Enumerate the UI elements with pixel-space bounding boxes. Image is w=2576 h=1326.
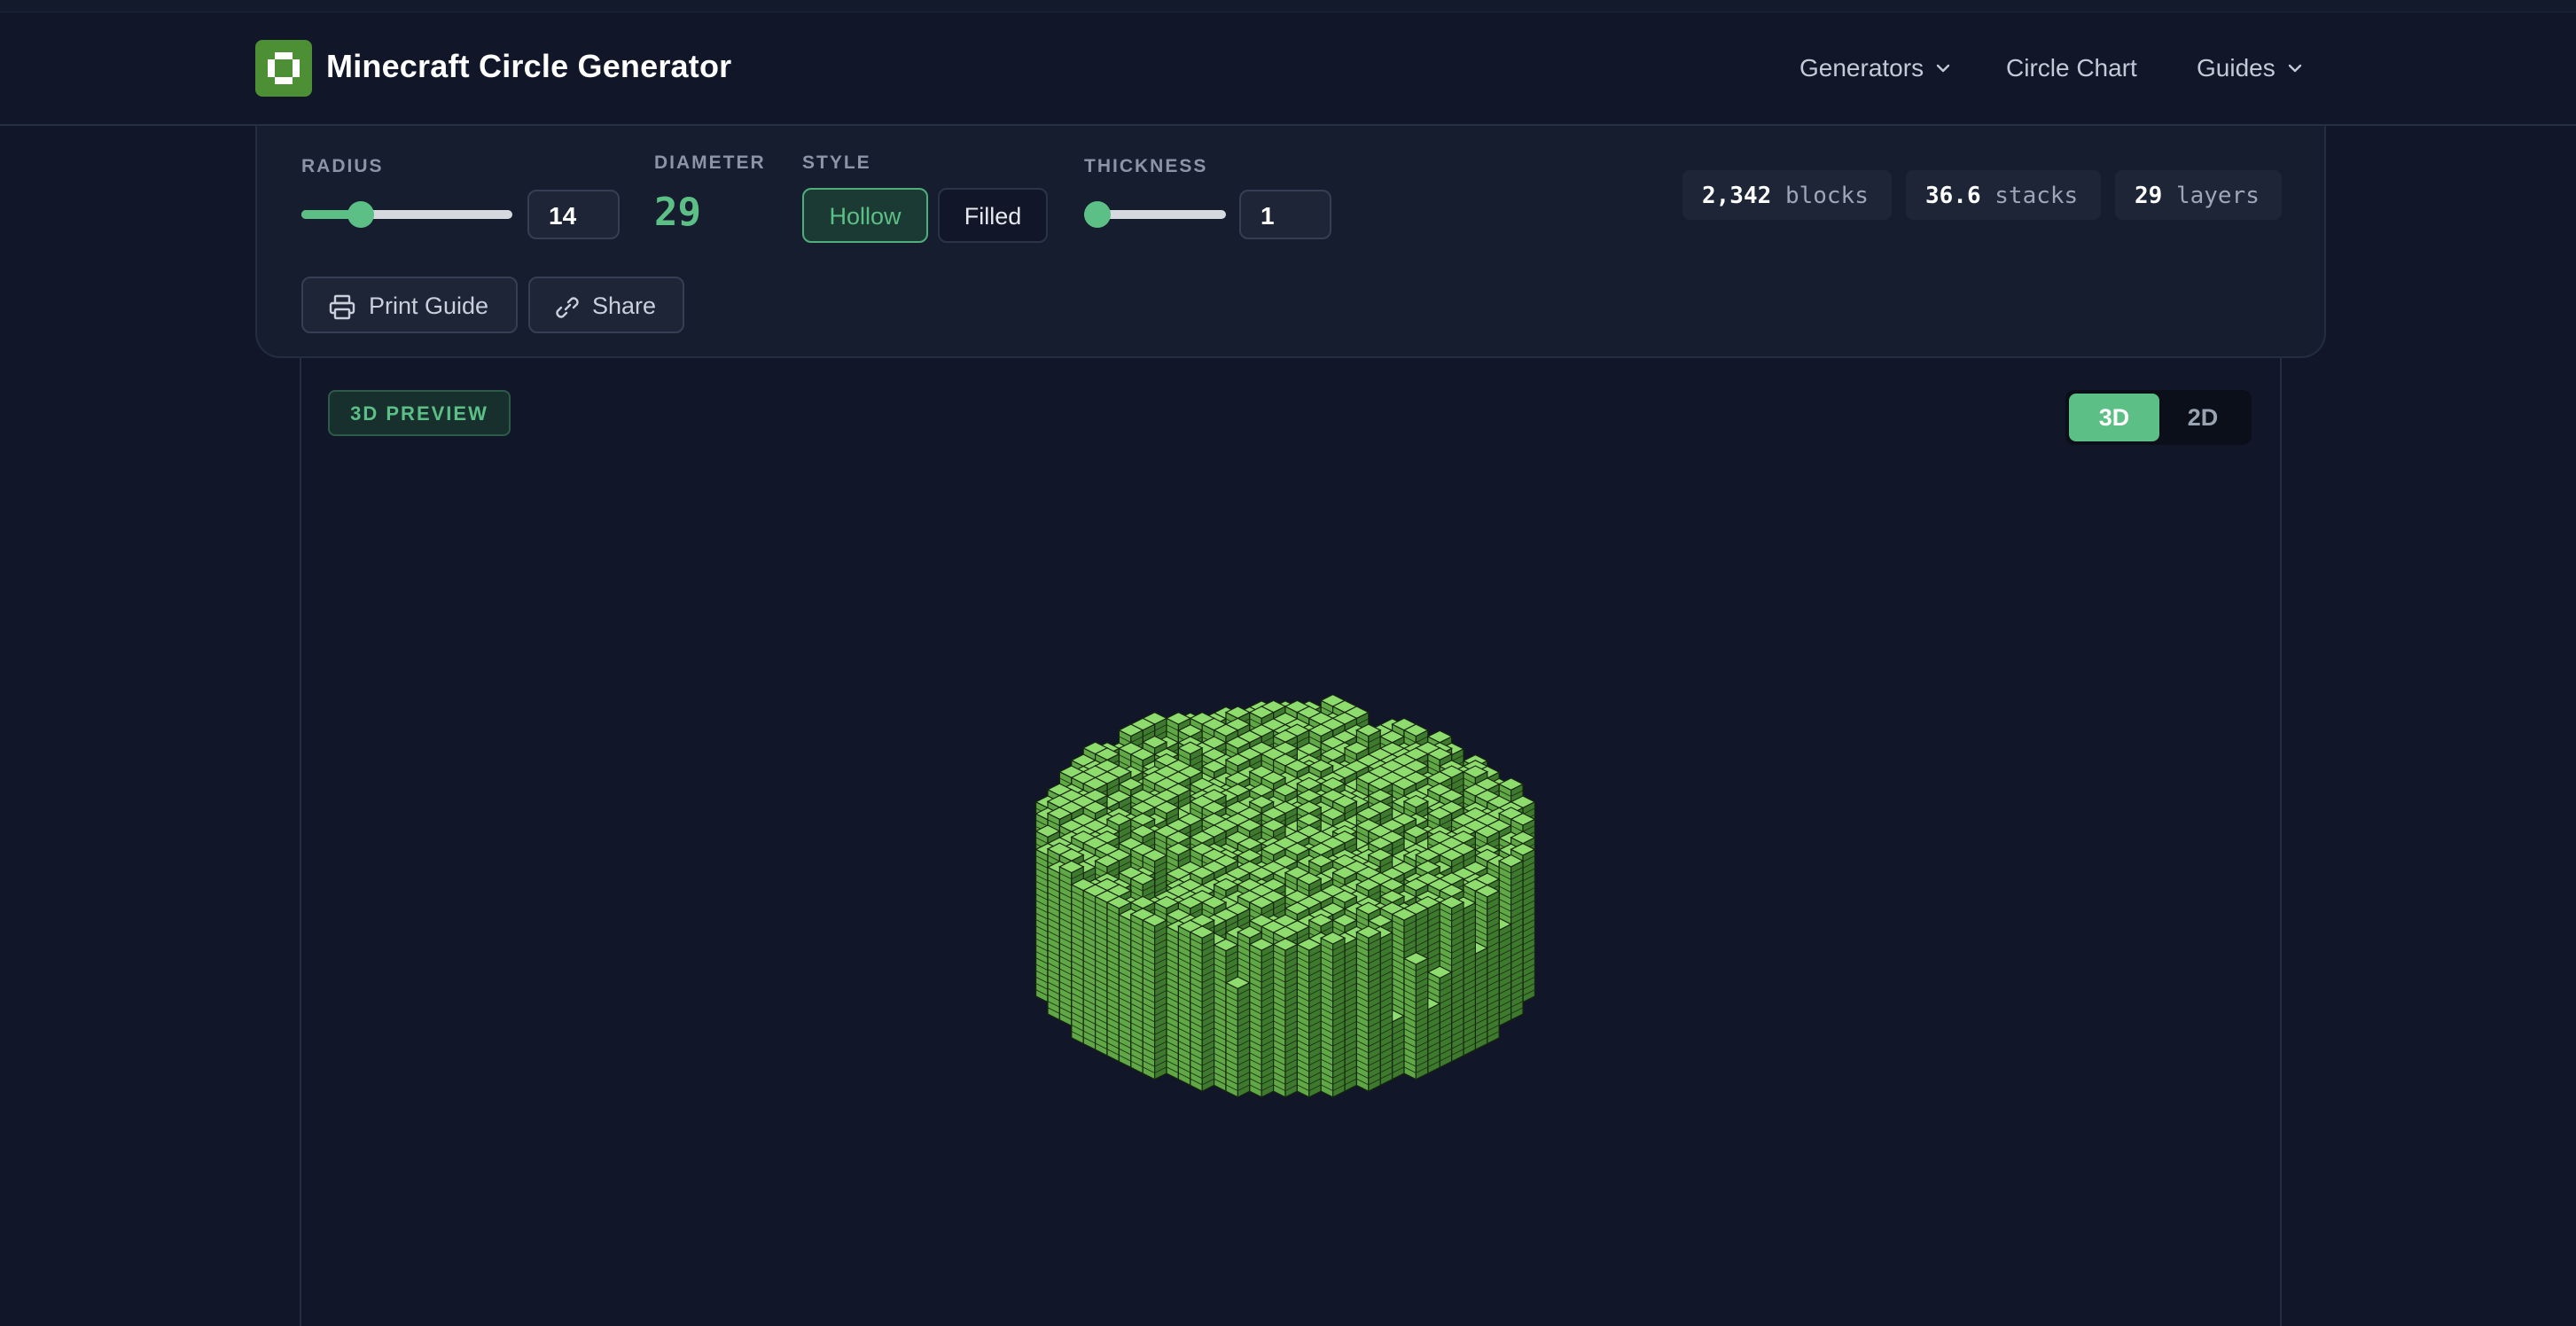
diameter-label: DIAMETER xyxy=(654,152,766,173)
diameter-value: 29 xyxy=(654,190,701,235)
nav-generators-label: Generators xyxy=(1799,54,1924,82)
mode-3d-button[interactable]: 3D xyxy=(2069,394,2159,441)
circle-3d-preview[interactable] xyxy=(940,620,1631,1170)
share-label: Share xyxy=(592,292,657,319)
share-button[interactable]: Share xyxy=(528,277,684,333)
thickness-slider[interactable] xyxy=(1084,201,1226,228)
nav-guides-label: Guides xyxy=(2197,54,2275,82)
radius-slider-thumb[interactable] xyxy=(347,201,374,228)
radius-slider[interactable] xyxy=(301,201,512,228)
circle-block-icon[interactable] xyxy=(255,40,312,97)
style-filled-button[interactable]: Filled xyxy=(938,188,1048,243)
site-header: Minecraft Circle Generator Generators Ci… xyxy=(0,12,2576,126)
stat-layers-value: 29 xyxy=(2135,183,2163,209)
voxel-blocks xyxy=(1034,693,1536,1098)
top-strip xyxy=(0,0,2576,12)
view-mode-toggle[interactable]: 3D 2D xyxy=(2065,390,2252,445)
printer-icon xyxy=(329,294,355,320)
nav-circle-chart-label: Circle Chart xyxy=(2006,54,2137,82)
chevron-down-icon xyxy=(1936,64,1950,72)
stat-blocks: 2,342 blocks xyxy=(1682,170,1892,220)
nav-guides[interactable]: Guides xyxy=(2197,54,2304,82)
thickness-input[interactable]: 1 xyxy=(1239,190,1331,239)
print-guide-button[interactable]: Print Guide xyxy=(301,277,518,333)
stat-layers-unit: layers xyxy=(2175,183,2260,209)
chevron-down-icon xyxy=(2288,64,2301,72)
control-panel: RADIUS 14 DIAMETER 29 STYLE Hollow Fille… xyxy=(255,126,2326,358)
stat-stacks: 36.6 stacks xyxy=(1906,170,2101,220)
style-hollow-button[interactable]: Hollow xyxy=(802,188,928,243)
stat-blocks-value: 2,342 xyxy=(1702,183,1772,209)
link-icon xyxy=(556,297,579,318)
stat-layers: 29 layers xyxy=(2115,170,2282,220)
style-label: STYLE xyxy=(802,152,871,173)
print-guide-label: Print Guide xyxy=(369,292,489,319)
stat-stacks-unit: stacks xyxy=(1994,183,2079,209)
stat-stacks-value: 36.6 xyxy=(1925,183,1981,209)
thickness-slider-thumb[interactable] xyxy=(1084,201,1111,228)
brand-title[interactable]: Minecraft Circle Generator xyxy=(326,48,731,85)
nav-generators[interactable]: Generators xyxy=(1799,54,1952,82)
radius-input[interactable]: 14 xyxy=(527,190,620,239)
thickness-label: THICKNESS xyxy=(1084,156,1208,176)
preview-tag: 3D PREVIEW xyxy=(328,390,511,436)
stat-blocks-unit: blocks xyxy=(1784,183,1869,209)
radius-label: RADIUS xyxy=(301,156,384,176)
mode-2d-button[interactable]: 2D xyxy=(2158,394,2248,441)
nav-circle-chart[interactable]: Circle Chart xyxy=(2006,54,2137,82)
